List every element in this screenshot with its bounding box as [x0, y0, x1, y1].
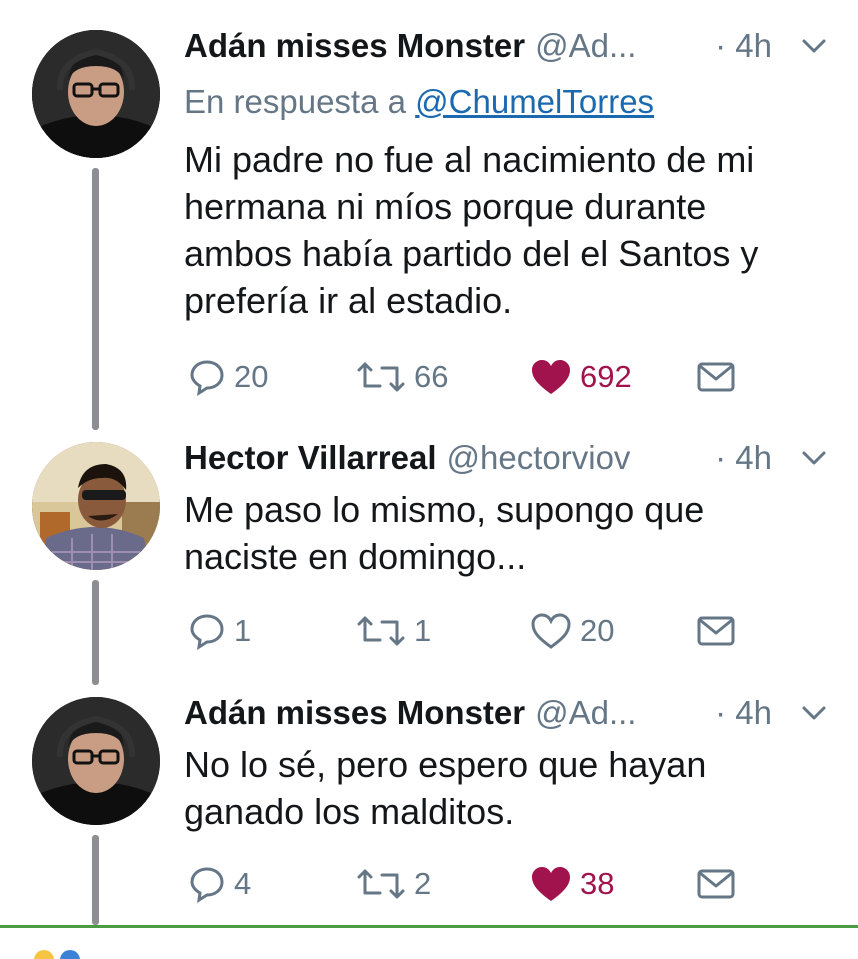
envelope-icon — [697, 362, 735, 392]
tweet-text: Mi padre no fue al nacimiento de mi herm… — [184, 136, 834, 324]
timestamp[interactable]: · 4h — [715, 436, 772, 480]
retweet-button[interactable]: 2 — [356, 861, 431, 907]
tweet-text-line: hermana ni míos porque durante — [184, 186, 707, 227]
timestamp[interactable]: · 4h — [715, 691, 772, 735]
reply-bubble-icon — [190, 360, 224, 396]
tweet-text-line: naciste en domingo... — [184, 536, 527, 577]
thread-connector — [92, 168, 99, 430]
reply-bubble-icon — [190, 867, 224, 903]
mention-link[interactable]: @ChumelTorres — [415, 83, 654, 120]
like-count: 38 — [580, 866, 615, 901]
envelope-icon — [697, 869, 735, 899]
retweet-icon — [357, 869, 405, 899]
display-name[interactable]: Hector Villarreal — [184, 439, 437, 476]
user-handle[interactable]: @hectorviov — [447, 439, 631, 476]
avatar-photo-icon — [32, 442, 160, 570]
retweet-count: 2 — [414, 866, 432, 901]
tweet-3[interactable]: Adán misses Monster @Ad... · 4h No lo sé,… — [0, 685, 858, 925]
user-handle[interactable]: @Ad... — [535, 694, 636, 731]
heart-icon — [531, 613, 571, 649]
retweet-count: 66 — [414, 359, 449, 394]
reply-prefix: En respuesta a — [184, 83, 406, 120]
dm-button[interactable] — [696, 608, 736, 654]
tweet-1[interactable]: Adán misses Monster @Ad... · 4h En respue… — [0, 0, 858, 430]
retweet-button[interactable]: 1 — [356, 608, 431, 654]
tweet-text-line: Mi padre no fue al nacimiento de mi — [184, 139, 755, 180]
tweet-text: Me paso lo mismo, supongo que naciste en… — [184, 486, 834, 580]
reply-count: 4 — [234, 866, 252, 901]
thread-connector — [92, 580, 99, 685]
like-button[interactable]: 20 — [530, 608, 614, 654]
reply-button[interactable]: 1 — [188, 608, 251, 654]
reply-count: 20 — [234, 359, 269, 394]
avatar-photo-icon — [32, 30, 160, 158]
retweet-icon — [357, 616, 405, 646]
like-button[interactable]: 692 — [530, 354, 632, 400]
avatar[interactable] — [32, 442, 160, 570]
tweet-text-line: Me paso lo mismo, supongo que — [184, 489, 705, 530]
reply-context: En respuesta a @ChumelTorres — [184, 80, 654, 124]
tweet-actions: 4 2 38 — [184, 861, 744, 907]
reply-button[interactable]: 4 — [188, 861, 251, 907]
display-name[interactable]: Adán misses Monster — [184, 694, 525, 731]
thread-connector — [92, 835, 99, 925]
tweet-header: Hector Villarreal @hectorviov · 4h — [184, 436, 828, 480]
divider — [0, 925, 858, 928]
tweet-2[interactable]: Hector Villarreal @hectorviov · 4h Me pas… — [0, 430, 858, 685]
avatar[interactable] — [32, 30, 160, 158]
reply-bubble-icon — [190, 614, 224, 650]
tweet-text-line: No lo sé, pero espero que hayan — [184, 744, 707, 785]
user-handle[interactable]: @Ad... — [535, 27, 636, 64]
chevron-down-icon[interactable] — [800, 701, 828, 725]
reply-button[interactable]: 20 — [188, 354, 268, 400]
like-count: 692 — [580, 359, 632, 394]
like-button[interactable]: 38 — [530, 861, 614, 907]
avatar-photo-icon — [32, 697, 160, 825]
tweet-text: No lo sé, pero espero que hayan ganado l… — [184, 741, 834, 835]
avatar[interactable] — [32, 697, 160, 825]
heart-icon — [532, 360, 570, 394]
reaction-avatars-icon — [34, 950, 80, 959]
heart-icon — [532, 867, 570, 901]
tweet-header: Adán misses Monster @Ad... · 4h — [184, 691, 828, 735]
chevron-down-icon[interactable] — [800, 446, 828, 470]
tweet-header: Adán misses Monster @Ad... · 4h — [184, 24, 828, 68]
tweet-text-line: ganado los malditos. — [184, 791, 515, 832]
timestamp[interactable]: · 4h — [715, 24, 772, 68]
envelope-icon — [697, 616, 735, 646]
tweet-text-line: ambos había partido del el Santos y — [184, 233, 759, 274]
retweet-count: 1 — [414, 613, 432, 648]
tweet-text-line: prefería ir al estadio. — [184, 280, 513, 321]
chevron-down-icon[interactable] — [800, 34, 828, 58]
dm-button[interactable] — [696, 861, 736, 907]
tweet-actions: 1 1 20 — [184, 608, 744, 654]
like-count: 20 — [580, 613, 615, 648]
tweet-actions: 20 66 692 — [184, 354, 744, 400]
display-name[interactable]: Adán misses Monster — [184, 27, 525, 64]
retweet-icon — [357, 362, 405, 392]
dm-button[interactable] — [696, 354, 736, 400]
retweet-button[interactable]: 66 — [356, 354, 448, 400]
reply-count: 1 — [234, 613, 252, 648]
